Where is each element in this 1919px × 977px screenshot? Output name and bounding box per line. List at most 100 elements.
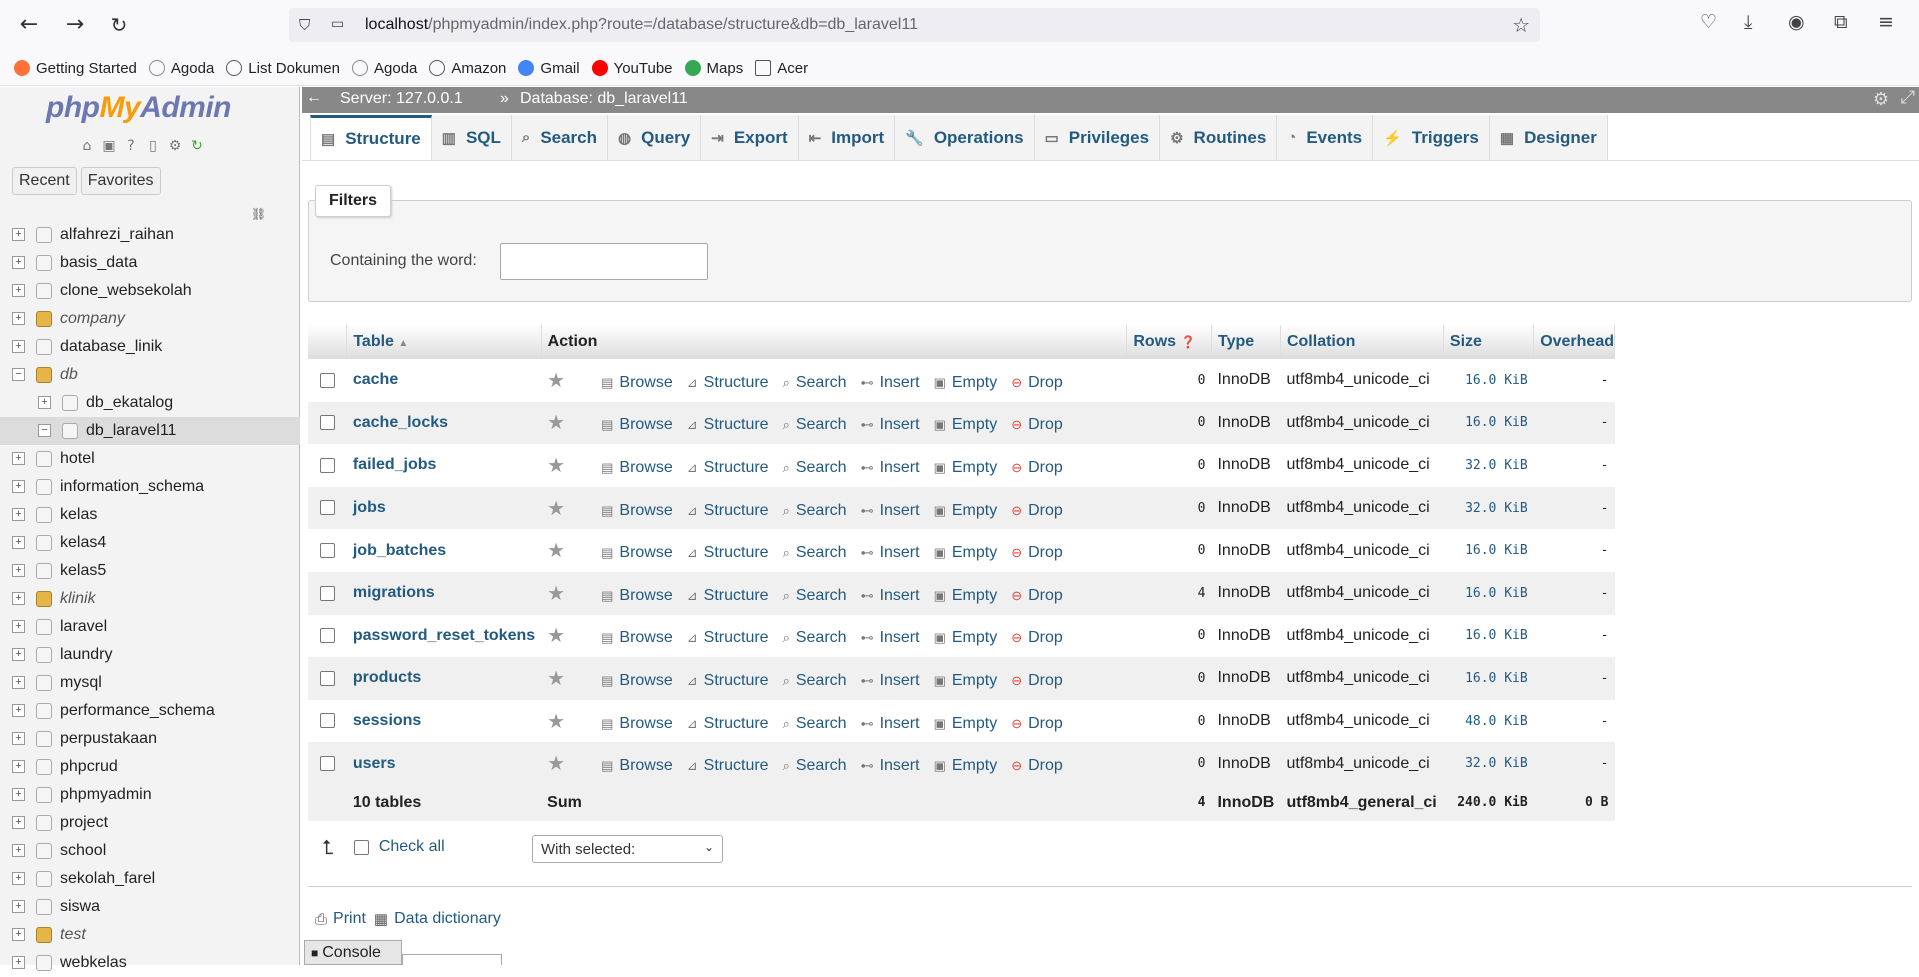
header-table[interactable]: Table ▲: [346, 325, 542, 359]
favorite-star-icon[interactable]: ★: [547, 410, 565, 435]
action-search[interactable]: ⌕ Search: [783, 459, 847, 477]
row-checkbox[interactable]: [319, 628, 335, 644]
back-icon[interactable]: ←: [14, 10, 44, 40]
database-name[interactable]: hotel: [60, 450, 95, 468]
database-item[interactable]: + sekolah_farel: [0, 865, 300, 893]
database-item[interactable]: + performance_schema: [0, 697, 300, 725]
data-dictionary-link[interactable]: Data dictionary: [394, 910, 501, 928]
database-name[interactable]: klinik: [60, 590, 96, 608]
link-with-main-icon[interactable]: ⛓: [251, 207, 266, 221]
database-item[interactable]: + webkelas: [0, 949, 300, 977]
action-browse[interactable]: ▤ Browse: [601, 374, 673, 392]
database-name[interactable]: phpmyadmin: [60, 786, 152, 804]
row-checkbox[interactable]: [319, 542, 335, 558]
favorite-star-icon[interactable]: ★: [547, 751, 565, 776]
database-item[interactable]: + database_linik: [0, 333, 300, 361]
database-item[interactable]: + phpcrud: [0, 753, 300, 781]
database-item[interactable]: + kelas: [0, 501, 300, 529]
table-size[interactable]: 16.0 KiB: [1443, 657, 1534, 700]
shield-icon[interactable]: ⛉: [299, 16, 310, 34]
action-insert[interactable]: ⊷ Insert: [861, 587, 920, 605]
tab-query[interactable]: ◍ Query: [608, 115, 702, 160]
table-size[interactable]: 16.0 KiB: [1443, 529, 1534, 572]
expand-icon[interactable]: +: [12, 760, 25, 773]
database-item[interactable]: + school: [0, 837, 300, 865]
action-empty[interactable]: ▣ Empty: [934, 672, 998, 690]
database-name[interactable]: kelas5: [60, 562, 106, 580]
table-size[interactable]: 16.0 KiB: [1443, 359, 1534, 402]
bookmark-item[interactable]: Amazon: [429, 60, 506, 77]
check-all-label[interactable]: Check all: [379, 838, 445, 856]
recent-button[interactable]: Recent: [12, 167, 77, 195]
action-insert[interactable]: ⊷ Insert: [861, 502, 920, 520]
action-drop[interactable]: ⊖ Drop: [1011, 629, 1063, 647]
row-checkbox[interactable]: [319, 500, 335, 516]
tab-designer[interactable]: ▦ Designer: [1489, 115, 1608, 160]
pocket-icon[interactable]: ♡: [1700, 11, 1717, 33]
action-search[interactable]: ⌕ Search: [783, 629, 847, 647]
expand-icon[interactable]: +: [12, 228, 25, 241]
action-drop[interactable]: ⊖ Drop: [1011, 459, 1063, 477]
action-structure[interactable]: ⊿ Structure: [687, 715, 769, 733]
database-name[interactable]: webkelas: [60, 954, 127, 972]
tab-routines[interactable]: ⚙ Routines: [1160, 115, 1278, 160]
expand-icon[interactable]: +: [12, 816, 25, 829]
database-name[interactable]: information_schema: [60, 478, 204, 496]
database-item[interactable]: + laravel: [0, 613, 300, 641]
check-all-checkbox[interactable]: [353, 839, 369, 855]
action-structure[interactable]: ⊿ Structure: [687, 587, 769, 605]
row-checkbox[interactable]: [319, 713, 335, 729]
bookmark-item[interactable]: Agoda: [148, 60, 214, 77]
database-item[interactable]: + siswa: [0, 893, 300, 921]
database-item[interactable]: + clone_websekolah: [0, 277, 300, 305]
row-checkbox[interactable]: [319, 415, 335, 431]
action-empty[interactable]: ▣ Empty: [934, 502, 998, 520]
row-checkbox[interactable]: [319, 755, 335, 771]
action-empty[interactable]: ▣ Empty: [934, 629, 998, 647]
table-name[interactable]: cache_locks: [346, 401, 542, 445]
tab-sql[interactable]: ▥ SQL: [431, 115, 512, 160]
table-size[interactable]: 32.0 KiB: [1443, 486, 1534, 530]
url-text[interactable]: localhost/phpmyadmin/index.php?route=/da…: [365, 16, 918, 34]
with-selected-select[interactable]: With selected: ⌄: [532, 835, 723, 863]
bookmark-item[interactable]: Acer: [755, 60, 808, 77]
database-item[interactable]: + klinik: [0, 585, 300, 613]
action-insert[interactable]: ⊷ Insert: [861, 459, 920, 477]
console-toggle[interactable]: ■ Console: [304, 940, 402, 965]
database-item[interactable]: − db: [0, 361, 300, 389]
action-browse[interactable]: ▤ Browse: [601, 416, 673, 434]
table-size[interactable]: 32.0 KiB: [1443, 742, 1534, 785]
download-icon[interactable]: ⤓: [1744, 11, 1752, 33]
exit-icon[interactable]: ▣: [100, 137, 118, 155]
table-name[interactable]: cache: [346, 359, 542, 402]
action-browse[interactable]: ▤ Browse: [601, 629, 673, 647]
reload-nav-icon[interactable]: ↻: [188, 137, 206, 155]
table-size[interactable]: 16.0 KiB: [1443, 571, 1534, 615]
action-drop[interactable]: ⊖ Drop: [1011, 672, 1063, 690]
tab-triggers[interactable]: ⚡ Triggers: [1373, 115, 1490, 160]
action-empty[interactable]: ▣ Empty: [934, 544, 998, 562]
table-name[interactable]: password_reset_tokens: [346, 614, 542, 658]
action-insert[interactable]: ⊷ Insert: [861, 374, 920, 392]
home-icon[interactable]: ⌂: [78, 137, 96, 155]
tab-export[interactable]: ⇥ Export: [701, 115, 799, 160]
action-insert[interactable]: ⊷ Insert: [861, 672, 920, 690]
extensions-icon[interactable]: ⧉: [1834, 11, 1848, 33]
action-empty[interactable]: ▣ Empty: [934, 416, 998, 434]
action-structure[interactable]: ⊿ Structure: [687, 672, 769, 690]
database-item[interactable]: + information_schema: [0, 473, 300, 501]
favorite-star-icon[interactable]: ★: [547, 666, 565, 691]
action-browse[interactable]: ▤ Browse: [601, 459, 673, 477]
action-search[interactable]: ⌕ Search: [783, 544, 847, 562]
action-empty[interactable]: ▣ Empty: [934, 715, 998, 733]
bookmark-star-icon[interactable]: ☆: [1512, 13, 1530, 37]
expand-icon[interactable]: +: [12, 508, 25, 521]
help-icon[interactable]: ?: [122, 137, 140, 155]
table-name[interactable]: migrations: [346, 571, 542, 615]
database-name[interactable]: siswa: [60, 898, 100, 916]
header-type[interactable]: Type: [1211, 325, 1281, 359]
database-item[interactable]: + kelas5: [0, 557, 300, 585]
database-name[interactable]: project: [60, 814, 108, 832]
database-item[interactable]: + perpustakaan: [0, 725, 300, 753]
action-browse[interactable]: ▤ Browse: [601, 672, 673, 690]
